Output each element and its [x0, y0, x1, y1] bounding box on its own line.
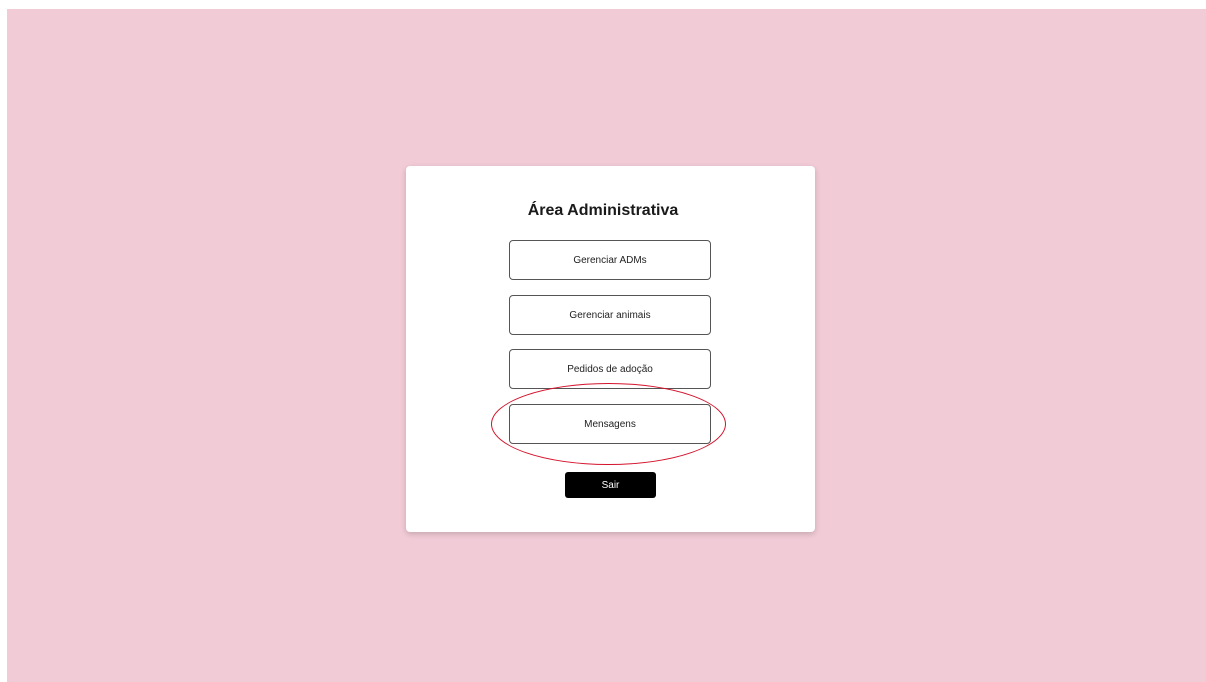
adoption-requests-button[interactable]: Pedidos de adoção [509, 349, 711, 389]
page-title: Área Administrativa [527, 202, 679, 219]
manage-admins-button[interactable]: Gerenciar ADMs [509, 240, 711, 280]
logout-button[interactable]: Sair [565, 472, 656, 498]
messages-button[interactable]: Mensagens [509, 404, 711, 444]
manage-animals-button[interactable]: Gerenciar animais [509, 295, 711, 335]
